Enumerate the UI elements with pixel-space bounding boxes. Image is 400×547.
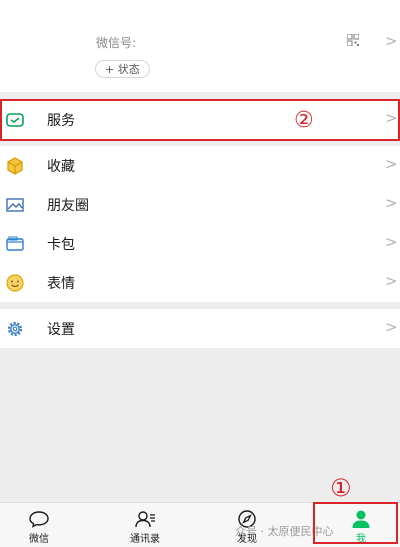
chevron-right-icon: > [385,233,398,251]
favorites-cube-icon [7,157,23,175]
menu-item-label: 表情 [47,276,75,292]
profile-header[interactable]: 微信号: > + 状态 [0,0,400,92]
menu-item-settings[interactable]: 设置 > [0,309,400,348]
tab-label: 通讯录 [130,534,160,545]
chevron-right-icon: > [385,318,398,336]
menu-item-label: 卡包 [47,237,75,253]
tab-label: 微信 [29,534,49,545]
menu-item-favorites[interactable]: 收藏 > [0,146,400,185]
contacts-icon [135,511,155,528]
annotation-marker-1: ① [330,474,352,502]
menu-group-settings: 设置 > [0,309,400,348]
chevron-right-icon: > [385,272,398,290]
chat-bubble-icon [29,511,49,528]
menu-item-moments[interactable]: 朋友圈 > [0,185,400,224]
settings-gear-icon [7,321,23,337]
wechat-id-label: 微信号: [96,36,137,50]
moments-picture-icon [6,198,24,212]
add-status-button[interactable]: + 状态 [95,60,150,78]
qr-code-icon[interactable] [347,34,359,46]
menu-item-label: 设置 [47,322,75,338]
menu-item-label: 朋友圈 [47,198,89,214]
menu-item-stickers[interactable]: 表情 > [0,263,400,302]
menu-item-card-wallet[interactable]: 卡包 > [0,224,400,263]
annotation-marker-2: ② [294,108,314,133]
tab-chats[interactable]: 微信 [4,503,74,547]
card-wallet-icon [6,236,24,251]
chevron-right-icon: > [385,194,398,212]
menu-item-label: 收藏 [47,159,75,175]
chevron-right-icon: > [385,155,398,173]
tab-contacts[interactable]: 通讯录 [110,503,180,547]
chevron-right-icon: > [385,32,398,50]
sticker-smiley-icon [6,274,24,292]
highlight-box-me-tab [313,502,398,544]
menu-group-main: 收藏 > 朋友圈 > 卡包 > 表情 > [0,146,400,302]
highlight-box-service [0,99,400,141]
